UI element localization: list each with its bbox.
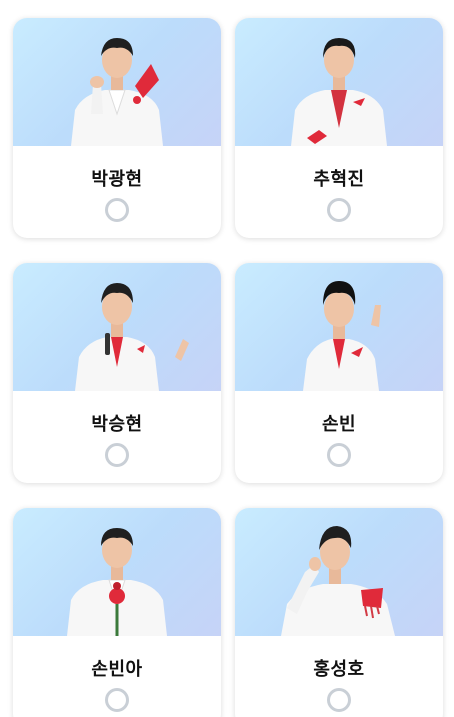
candidate-card-1[interactable]: 박광현 xyxy=(13,18,221,238)
candidate-photo xyxy=(235,263,443,391)
candidate-card-2[interactable]: 추혁진 xyxy=(235,18,443,238)
candidate-card-6[interactable]: 홍성호 xyxy=(235,508,443,717)
candidate-radio[interactable] xyxy=(105,443,129,467)
candidate-radio[interactable] xyxy=(327,443,351,467)
candidate-name: 홍성호 xyxy=(313,659,365,680)
candidate-photo xyxy=(13,18,221,146)
candidate-photo xyxy=(13,263,221,391)
candidate-name: 박승현 xyxy=(91,414,143,435)
candidate-card-4[interactable]: 손빈 xyxy=(235,263,443,483)
candidate-name: 손빈아 xyxy=(91,659,143,680)
candidate-card-5[interactable]: 손빈아 xyxy=(13,508,221,717)
candidate-name: 추혁진 xyxy=(313,169,365,190)
candidate-radio[interactable] xyxy=(105,688,129,712)
candidate-photo xyxy=(235,18,443,146)
candidate-photo xyxy=(13,508,221,636)
candidate-radio[interactable] xyxy=(327,688,351,712)
candidate-name: 박광현 xyxy=(91,169,143,190)
candidate-name: 손빈 xyxy=(321,414,357,435)
candidate-radio[interactable] xyxy=(105,198,129,222)
candidate-photo xyxy=(235,508,443,636)
candidate-grid: 박광현 추혁진 박승현 손빈 손빈아 홍성호 xyxy=(0,0,454,717)
candidate-radio[interactable] xyxy=(327,198,351,222)
candidate-card-3[interactable]: 박승현 xyxy=(13,263,221,483)
